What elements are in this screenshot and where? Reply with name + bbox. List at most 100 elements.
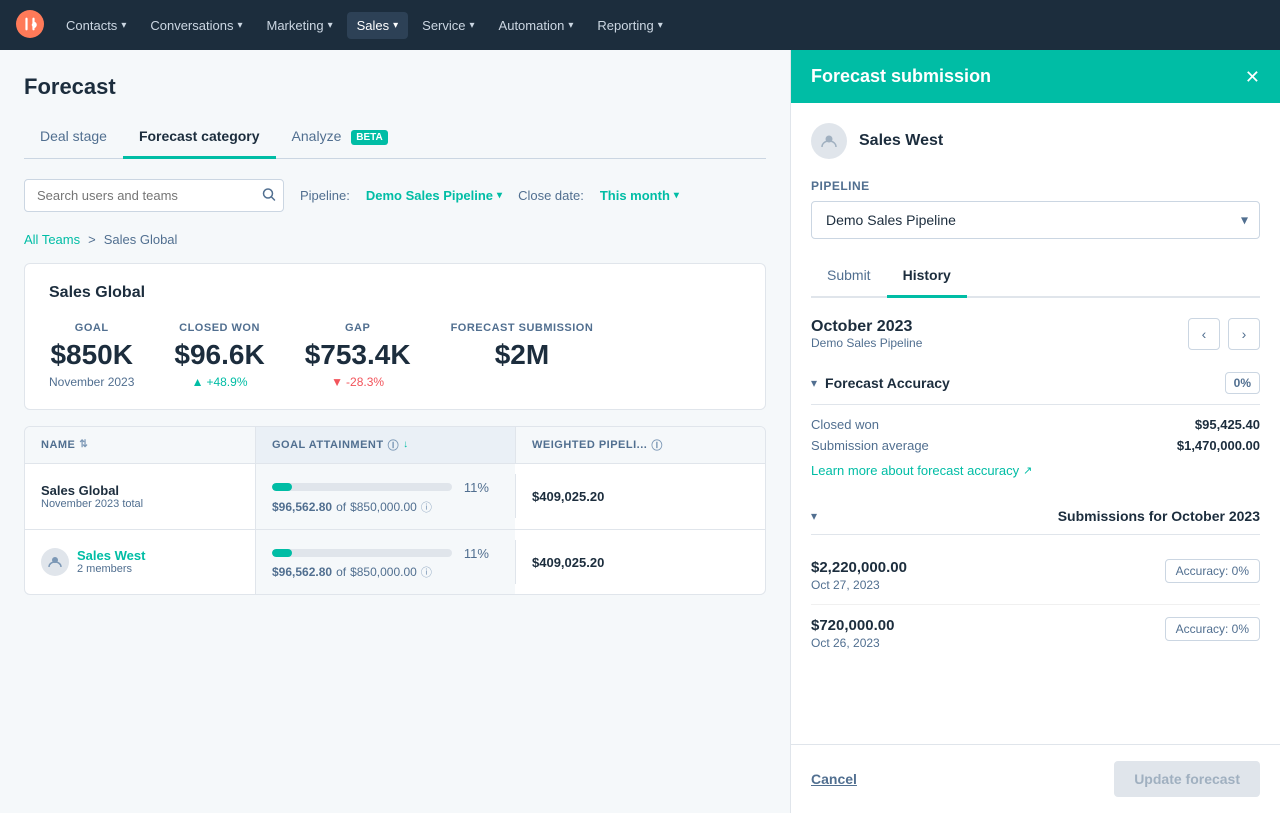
breadcrumb: All Teams > Sales Global: [24, 232, 766, 247]
pipeline-value: $409,025.20: [532, 555, 604, 570]
nav-item-sales[interactable]: Sales ▾: [347, 12, 409, 39]
info-icon: ⓘ: [651, 437, 663, 453]
table-row: Sales Global November 2023 total 11% $96…: [25, 464, 765, 530]
submission-item: $720,000.00 Oct 26, 2023 Accuracy: 0%: [811, 605, 1260, 662]
breadcrumb-all-teams[interactable]: All Teams: [24, 232, 80, 247]
forecast-accuracy-section: ▾ Forecast Accuracy 0% Closed won $95,42…: [811, 362, 1260, 490]
acc-label: Closed won: [811, 417, 879, 432]
pipeline-field-label: Pipeline: [811, 179, 1260, 193]
pipeline-filter[interactable]: Demo Sales Pipeline ▾: [366, 188, 502, 203]
submissions-title: Submissions for October 2023: [1058, 508, 1260, 524]
tab-deal-stage[interactable]: Deal stage: [24, 120, 123, 159]
card-title: Sales Global: [49, 284, 741, 302]
beta-badge: BETA: [351, 130, 387, 145]
update-forecast-button[interactable]: Update forecast: [1114, 761, 1260, 797]
chevron-down-icon: ▾: [674, 190, 679, 201]
metric-goal-label: GOAL: [49, 322, 134, 334]
period-sub: Demo Sales Pipeline: [811, 336, 922, 350]
info-icon: ⓘ: [388, 437, 400, 453]
progress-bar-fill: [272, 483, 292, 491]
panel-close-button[interactable]: ✕: [1245, 68, 1260, 86]
submission-date: Oct 27, 2023: [811, 578, 907, 592]
accordion-title-row: ▾ Forecast Accuracy: [811, 375, 950, 391]
acc-label: Submission average: [811, 438, 929, 453]
forecast-accuracy-link[interactable]: Learn more about forecast accuracy ↗: [811, 463, 1032, 478]
history-period: October 2023 Demo Sales Pipeline ‹ ›: [811, 318, 1260, 350]
td-name-sales-global: Sales Global November 2023 total: [25, 469, 255, 524]
info-icon: ⓘ: [421, 564, 432, 580]
panel-tab-submit[interactable]: Submit: [811, 259, 887, 298]
panel-body: Sales West Pipeline Demo Sales Pipeline …: [791, 103, 1280, 690]
chevron-down-icon: ▾: [328, 20, 333, 31]
pipeline-select-wrapper: Demo Sales Pipeline ▾: [811, 201, 1260, 239]
period-next-button[interactable]: ›: [1228, 318, 1260, 350]
external-link-icon: ↗: [1023, 464, 1032, 477]
metric-closed-won-label: CLOSED WON: [174, 322, 264, 334]
metric-forecast-submission-label: FORECAST SUBMISSION: [451, 322, 594, 334]
acc-row-submission-avg: Submission average $1,470,000.00: [811, 438, 1260, 453]
metric-goal-sub: November 2023: [49, 375, 134, 389]
accuracy-badge: 0%: [1225, 372, 1260, 394]
td-pipeline-sales-global: $409,025.20: [515, 474, 765, 518]
forecast-accuracy-header[interactable]: ▾ Forecast Accuracy 0%: [811, 362, 1260, 405]
metric-gap-value: $753.4K: [305, 340, 411, 371]
row-name-link[interactable]: Sales West: [77, 548, 145, 563]
search-button[interactable]: [262, 187, 276, 204]
tab-forecast-category[interactable]: Forecast category: [123, 120, 276, 159]
metric-closed-won: CLOSED WON $96.6K ▲ +48.9%: [174, 322, 264, 389]
th-name: NAME ⇅: [25, 427, 255, 463]
search-input[interactable]: [24, 179, 284, 212]
submissions-header[interactable]: ▾ Submissions for October 2023: [811, 498, 1260, 535]
period-title: October 2023: [811, 318, 922, 336]
accuracy-tag: Accuracy: 0%: [1165, 559, 1260, 583]
nav-item-service[interactable]: Service ▾: [412, 12, 484, 39]
period-nav: ‹ ›: [1188, 318, 1260, 350]
row-sub: 2 members: [77, 563, 145, 575]
panel-tab-history[interactable]: History: [887, 259, 967, 298]
filters-bar: Pipeline: Demo Sales Pipeline ▾ Close da…: [24, 179, 766, 212]
submission-details: $720,000.00 Oct 26, 2023: [811, 617, 894, 650]
chevron-down-icon: ▾: [568, 20, 573, 31]
progress-bar-fill: [272, 549, 292, 557]
down-arrow-icon: ▼: [331, 375, 343, 389]
chevron-down-icon: ▾: [237, 20, 242, 31]
metric-closed-won-value: $96.6K: [174, 340, 264, 371]
nav-item-conversations[interactable]: Conversations ▾: [140, 12, 252, 39]
pipeline-value: $409,025.20: [532, 489, 604, 504]
metric-gap-change: ▼ -28.3%: [305, 375, 411, 389]
nav-item-automation[interactable]: Automation ▾: [489, 12, 584, 39]
team-avatar: [41, 548, 69, 576]
panel-user-name: Sales West: [859, 132, 943, 150]
row-name: Sales Global: [41, 483, 239, 498]
page-title: Forecast: [24, 74, 766, 100]
submission-details: $2,220,000.00 Oct 27, 2023: [811, 559, 907, 592]
summary-card: Sales Global GOAL $850K November 2023 CL…: [24, 263, 766, 410]
tab-analyze[interactable]: Analyze BETA: [276, 120, 404, 159]
panel-footer: Cancel Update forecast: [791, 744, 1280, 813]
sort-active-icon: ↓: [403, 439, 409, 450]
summary-cards-row: Sales Global GOAL $850K November 2023 CL…: [24, 263, 766, 410]
up-arrow-icon: ▲: [192, 375, 204, 389]
pipeline-select[interactable]: Demo Sales Pipeline: [811, 201, 1260, 239]
goal-amounts: $96,562.80 of $850,000.00 ⓘ: [272, 564, 499, 580]
progress-bar-bg: [272, 549, 452, 557]
chevron-down-icon: ▾: [121, 20, 126, 31]
cancel-button[interactable]: Cancel: [811, 771, 857, 787]
acc-value: $95,425.40: [1195, 417, 1260, 432]
accordion-title: Forecast Accuracy: [825, 375, 950, 391]
accuracy-tag: Accuracy: 0%: [1165, 617, 1260, 641]
page-content: Forecast Deal stage Forecast category An…: [0, 50, 790, 813]
close-date-filter[interactable]: This month ▾: [600, 188, 679, 203]
right-panel: Forecast submission ✕ Sales West Pipelin…: [790, 50, 1280, 813]
nav-item-reporting[interactable]: Reporting ▾: [587, 12, 672, 39]
nav-item-marketing[interactable]: Marketing ▾: [256, 12, 342, 39]
hubspot-logo[interactable]: [16, 10, 44, 41]
period-prev-button[interactable]: ‹: [1188, 318, 1220, 350]
nav-item-contacts[interactable]: Contacts ▾: [56, 12, 136, 39]
table-row: Sales West 2 members 11% $96,562.80: [25, 530, 765, 595]
metric-goal-value: $850K: [49, 340, 134, 371]
chevron-down-icon: ▾: [470, 20, 475, 31]
accordion-body-accuracy: Closed won $95,425.40 Submission average…: [811, 405, 1260, 490]
submission-item: $2,220,000.00 Oct 27, 2023 Accuracy: 0%: [811, 547, 1260, 605]
panel-user-avatar: [811, 123, 847, 159]
